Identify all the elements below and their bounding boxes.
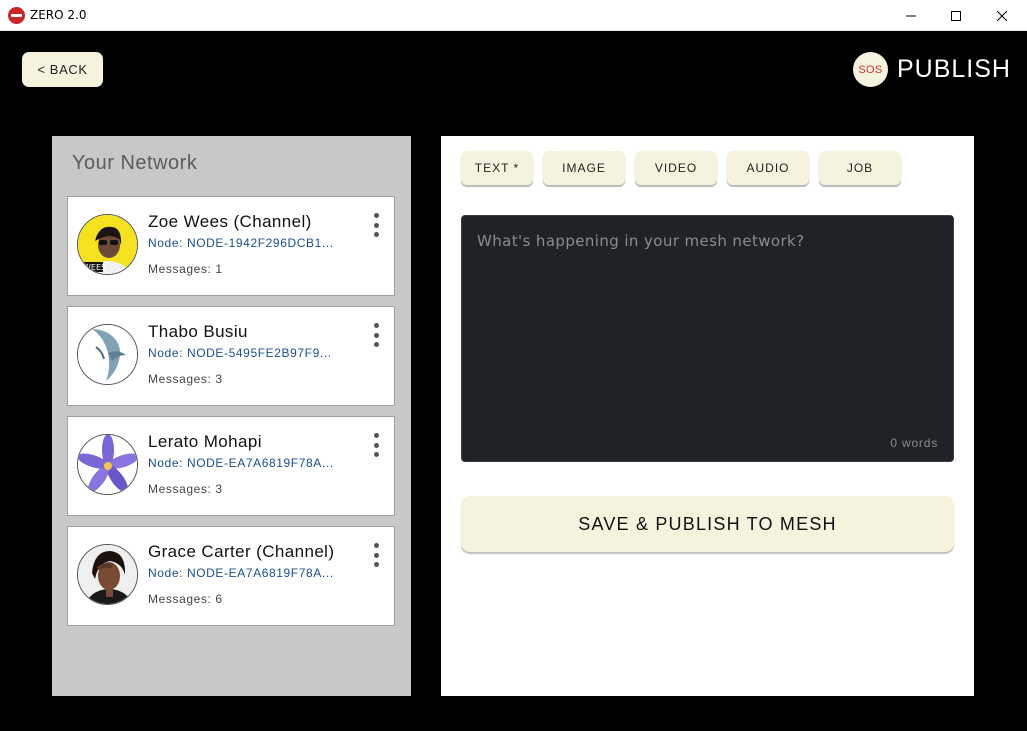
avatar xyxy=(77,544,138,605)
more-options-icon[interactable] xyxy=(366,429,386,461)
contact-card[interactable]: Thabo Busiu Node: NODE-5495FE2B97F9... M… xyxy=(67,306,395,406)
close-button[interactable] xyxy=(979,0,1025,31)
contact-node-id: Node: NODE-EA7A6819F78A... xyxy=(148,456,334,470)
avatar: WEES xyxy=(77,214,138,275)
minimize-button[interactable] xyxy=(888,0,934,31)
more-options-icon[interactable] xyxy=(366,319,386,351)
contact-message-count: Messages: 3 xyxy=(148,372,223,386)
tab-text[interactable]: TEXT * xyxy=(461,151,533,185)
tab-video[interactable]: VIDEO xyxy=(635,151,717,185)
close-icon xyxy=(997,10,1007,21)
maximize-button[interactable] xyxy=(933,0,979,31)
save-publish-button[interactable]: SAVE & PUBLISH TO MESH xyxy=(461,496,954,552)
contact-name: Lerato Mohapi xyxy=(148,432,262,451)
window-titlebar: ZERO 2.0 xyxy=(0,0,1027,31)
more-options-icon[interactable] xyxy=(366,209,386,241)
more-options-icon[interactable] xyxy=(366,539,386,571)
contact-name: Grace Carter (Channel) xyxy=(148,542,335,561)
contact-message-count: Messages: 1 xyxy=(148,262,223,276)
avatar xyxy=(77,434,138,495)
tab-image[interactable]: IMAGE xyxy=(543,151,625,185)
maximize-icon xyxy=(951,10,961,21)
tab-job[interactable]: JOB xyxy=(819,151,901,185)
contact-message-count: Messages: 6 xyxy=(148,592,223,606)
avatar xyxy=(77,324,138,385)
network-title: Your Network xyxy=(72,152,198,174)
page-title: PUBLISH xyxy=(897,55,1011,83)
tab-audio[interactable]: AUDIO xyxy=(727,151,809,185)
contact-name: Thabo Busiu xyxy=(148,322,248,341)
contact-card[interactable]: WEES Zoe Wees (Channel) Node: NODE-1942F… xyxy=(67,196,395,296)
contact-node-id: Node: NODE-5495FE2B97F9... xyxy=(148,346,332,360)
back-button[interactable]: < BACK xyxy=(22,52,103,87)
contact-node-id: Node: NODE-EA7A6819F78A... xyxy=(148,566,334,580)
post-text-input[interactable] xyxy=(462,216,953,461)
sos-button[interactable]: SOS xyxy=(853,52,888,87)
minimize-icon xyxy=(906,15,916,16)
svg-text:WEES: WEES xyxy=(83,263,106,272)
contact-node-id: Node: NODE-1942F296DCB1... xyxy=(148,236,334,250)
network-panel: Your Network WEES Zoe Wees (Channel) Nod… xyxy=(52,136,411,696)
word-count: 0 words xyxy=(890,436,938,450)
contact-card[interactable]: Grace Carter (Channel) Node: NODE-EA7A68… xyxy=(67,526,395,626)
post-editor: 0 words xyxy=(461,215,954,462)
compose-panel: TEXT * IMAGE VIDEO AUDIO JOB 0 words SAV… xyxy=(441,136,974,696)
window-title: ZERO 2.0 xyxy=(30,8,87,22)
zero-logo-icon xyxy=(8,7,25,24)
contact-card[interactable]: Lerato Mohapi Node: NODE-EA7A6819F78A...… xyxy=(67,416,395,516)
contact-name: Zoe Wees (Channel) xyxy=(148,212,312,231)
contact-message-count: Messages: 3 xyxy=(148,482,223,496)
